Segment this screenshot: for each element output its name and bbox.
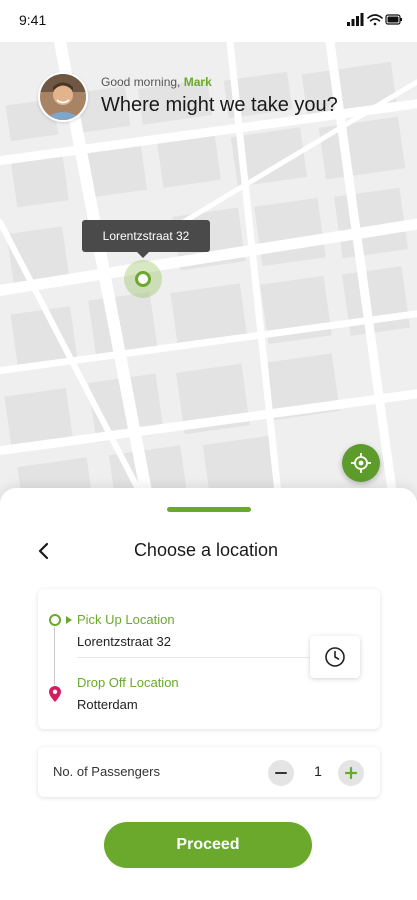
- status-time: 9:41: [19, 12, 47, 28]
- avatar[interactable]: [38, 72, 88, 122]
- increase-passengers-button[interactable]: [338, 760, 364, 786]
- avatar-image: [40, 74, 86, 120]
- dropoff-input[interactable]: Rotterdam: [77, 697, 138, 712]
- user-name: Mark: [183, 75, 212, 89]
- location-card: Pick Up Location Lorentzstraat 32 Drop O…: [38, 589, 380, 729]
- sheet-handle[interactable]: [167, 507, 251, 512]
- battery-icon: [385, 14, 402, 25]
- map-view[interactable]: Good morning, Mark Where might we take y…: [0, 42, 417, 512]
- status-icons: [347, 13, 402, 26]
- schedule-button[interactable]: [310, 636, 360, 678]
- pickup-marker-icon: [49, 614, 61, 626]
- minus-icon: [275, 772, 287, 774]
- clock-icon: [325, 647, 345, 667]
- greeting-salutation: Good morning,: [101, 75, 181, 89]
- pin-tooltip: Lorentzstraat 32: [82, 220, 210, 252]
- passengers-label: No. of Passengers: [53, 764, 160, 779]
- location-divider: [77, 657, 349, 658]
- decrease-passengers-button[interactable]: [268, 760, 294, 786]
- greeting-text: Good morning, Mark: [101, 75, 212, 89]
- locate-me-button[interactable]: [342, 444, 380, 482]
- plus-icon: [344, 766, 358, 780]
- dropoff-pin-icon: [49, 686, 61, 702]
- pickup-label: Pick Up Location: [77, 612, 175, 627]
- wifi-icon: [367, 14, 383, 26]
- pickup-arrow-icon: [66, 616, 72, 624]
- pickup-input[interactable]: Lorentzstraat 32: [77, 634, 171, 649]
- pickup-pin[interactable]: [135, 271, 151, 287]
- signal-icon: [347, 13, 364, 26]
- passengers-count: 1: [314, 763, 322, 779]
- dropoff-label: Drop Off Location: [77, 675, 179, 690]
- status-bar: 9:41: [0, 0, 417, 42]
- tooltip-arrow: [137, 252, 149, 258]
- route-line: [54, 627, 55, 685]
- locate-icon: [351, 453, 371, 473]
- greeting-headline: Where might we take you?: [101, 94, 338, 116]
- location-sheet: Choose a location Pick Up Location Loren…: [0, 488, 417, 900]
- proceed-button[interactable]: Proceed: [104, 822, 312, 868]
- sheet-title: Choose a location: [133, 540, 279, 560]
- passengers-card: No. of Passengers 1: [38, 747, 380, 797]
